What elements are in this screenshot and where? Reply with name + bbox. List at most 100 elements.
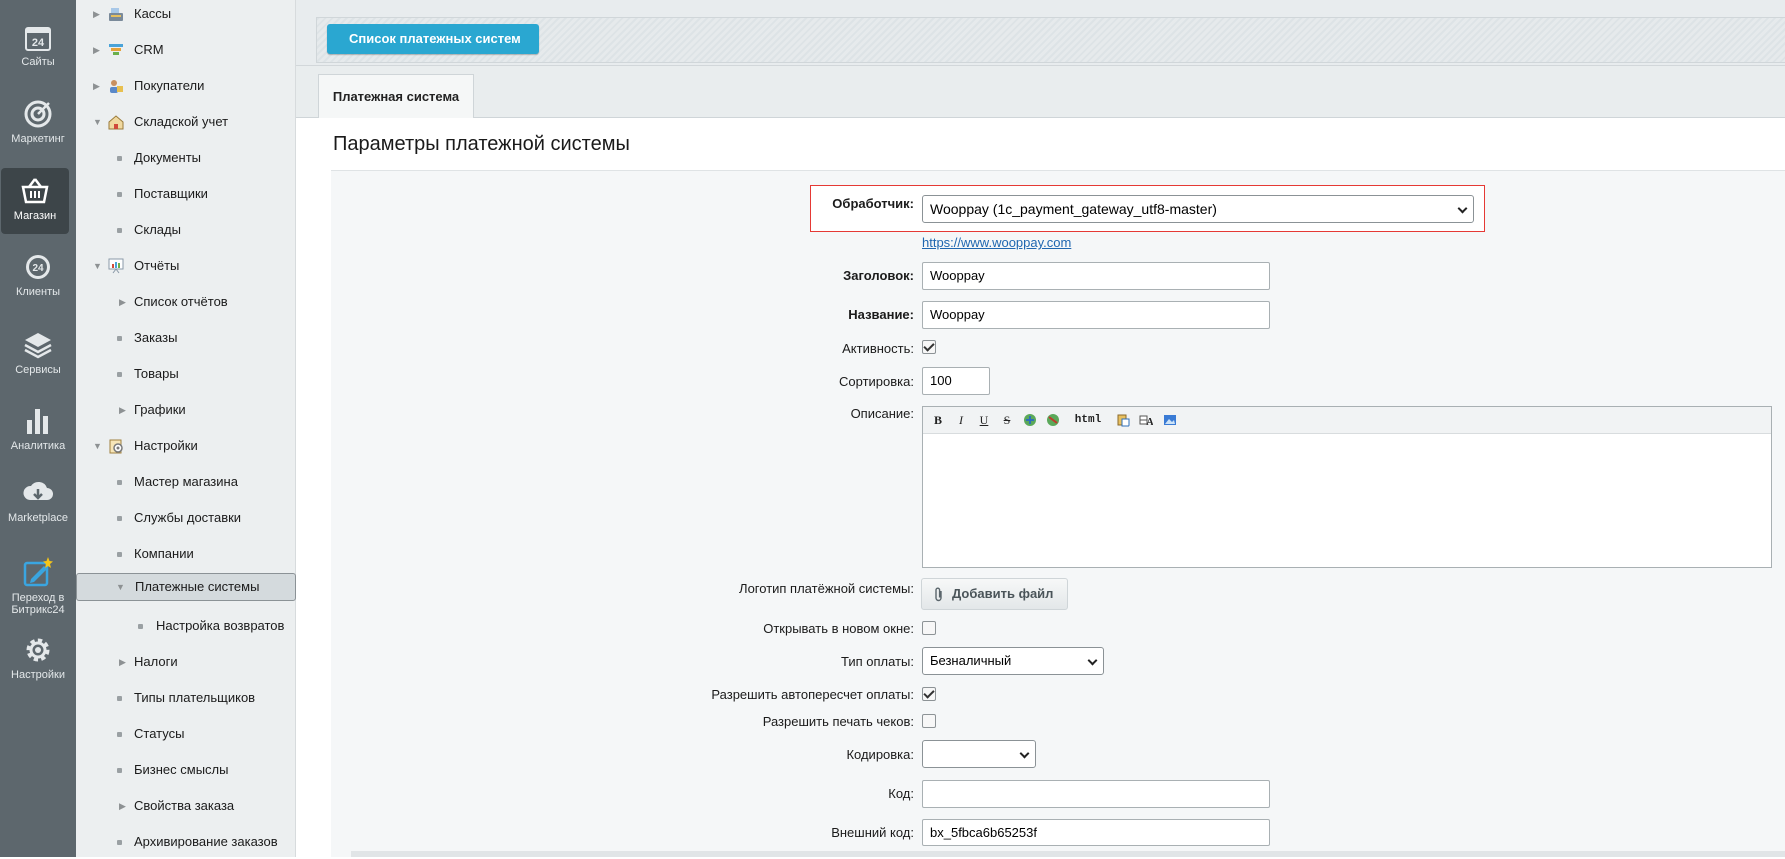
- menu-item-stores[interactable]: Склады: [76, 213, 296, 247]
- html-mode-button[interactable]: html: [1073, 412, 1103, 428]
- bullet-icon: [117, 480, 122, 485]
- left-panel-item-settings[interactable]: Настройки: [0, 635, 76, 681]
- encoding-select[interactable]: [922, 740, 1036, 768]
- italic-icon[interactable]: I: [954, 412, 968, 428]
- cloud-download-icon: [23, 481, 53, 500]
- collapse-arrow-icon[interactable]: ▼: [93, 429, 102, 463]
- menu-item-taxes[interactable]: ▶ Налоги: [76, 645, 296, 679]
- menu-item-returns[interactable]: Настройка возвратов: [76, 609, 296, 643]
- menu-item-business-meanings[interactable]: Бизнес смыслы: [76, 753, 296, 787]
- collapse-arrow-icon[interactable]: ▼: [116, 574, 125, 600]
- basket-icon: [21, 178, 49, 204]
- menu-item-kassy[interactable]: ▶ Кассы: [76, 0, 296, 31]
- left-panel-item-services[interactable]: Сервисы: [0, 330, 76, 376]
- insert-link-icon[interactable]: [1023, 413, 1037, 427]
- table-text-icon[interactable]: A: [1139, 413, 1153, 427]
- autorecalc-checkbox[interactable]: [922, 687, 936, 701]
- left-panel-label: Сайты: [21, 56, 55, 68]
- bitrix24-badge-icon: 24: [26, 255, 50, 279]
- paste-icon[interactable]: [1116, 413, 1130, 427]
- left-panel-item-sites[interactable]: 24 Сайты: [0, 24, 76, 68]
- new-window-checkbox[interactable]: [922, 621, 936, 635]
- left-panel-item-marketing[interactable]: Маркетинг: [0, 99, 76, 145]
- calendar-24-icon: 24: [25, 27, 51, 51]
- active-checkbox[interactable]: [922, 340, 936, 354]
- svg-text:24: 24: [32, 37, 45, 49]
- strikethrough-icon[interactable]: S: [1000, 412, 1014, 428]
- collapse-arrow-icon[interactable]: ▼: [93, 249, 102, 283]
- editor-toolbar: B I U S html A: [923, 407, 1771, 434]
- menu-item-warehouse[interactable]: ▼ Складской учет: [76, 105, 296, 139]
- menu-item-suppliers[interactable]: Поставщики: [76, 177, 296, 211]
- menu-item-documents[interactable]: Документы: [76, 141, 296, 175]
- menu-item-payment-systems[interactable]: ▼ Платежные системы: [76, 573, 296, 601]
- insert-image-icon[interactable]: [1163, 413, 1177, 427]
- collapse-arrow-icon[interactable]: ▼: [93, 105, 102, 139]
- pay-type-select[interactable]: Безналичный: [922, 647, 1104, 675]
- left-panel-item-analytics[interactable]: Аналитика: [0, 406, 76, 452]
- menu-item-orders[interactable]: Заказы: [76, 321, 296, 355]
- left-panel-item-marketplace[interactable]: Marketplace: [0, 478, 76, 524]
- menu-item-delivery[interactable]: Службы доставки: [76, 501, 296, 535]
- add-file-label: Добавить файл: [952, 586, 1054, 601]
- left-panel-item-shop[interactable]: Магазин: [1, 168, 69, 234]
- name-input[interactable]: Wooppay: [922, 301, 1270, 329]
- menu-item-label: Настройка возвратов: [156, 618, 285, 633]
- sort-label: Сортировка:: [839, 374, 914, 389]
- heading-input[interactable]: Wooppay: [922, 262, 1270, 290]
- expand-arrow-icon[interactable]: ▶: [119, 789, 126, 823]
- handler-select[interactable]: Wooppay (1c_payment_gateway_utf8-master): [922, 195, 1474, 223]
- code-input[interactable]: [922, 780, 1270, 808]
- menu-item-report-list[interactable]: ▶ Список отчётов: [76, 285, 296, 319]
- buyers-icon: [110, 80, 123, 93]
- left-panel-item-bitrix24[interactable]: Переход в Битрикс24: [0, 556, 76, 616]
- menu-item-companies[interactable]: Компании: [76, 537, 296, 571]
- menu-item-payer-types[interactable]: Типы плательщиков: [76, 681, 296, 715]
- bold-icon[interactable]: B: [931, 412, 945, 428]
- menu-item-label: Налоги: [134, 654, 178, 669]
- menu-item-graphs[interactable]: ▶ Графики: [76, 393, 296, 427]
- menu-item-label: Типы плательщиков: [134, 690, 256, 705]
- menu-item-label: Архивирование заказов: [134, 834, 278, 849]
- menu-item-buyers[interactable]: ▶ Покупатели: [76, 69, 296, 103]
- menu-item-label: Мастер магазина: [134, 474, 238, 489]
- left-panel-label: Marketplace: [8, 512, 68, 524]
- menu-item-label: Графики: [134, 402, 186, 417]
- sort-input[interactable]: 100: [922, 367, 990, 395]
- expand-arrow-icon[interactable]: ▶: [119, 285, 126, 319]
- expand-arrow-icon[interactable]: ▶: [119, 645, 126, 679]
- menu-item-crm[interactable]: ▶ CRM: [76, 33, 296, 67]
- menu-item-products[interactable]: Товары: [76, 357, 296, 391]
- expand-arrow-icon[interactable]: ▶: [93, 33, 100, 67]
- external-code-input[interactable]: bx_5fbca6b65253f: [922, 819, 1270, 846]
- bullet-icon: [117, 840, 122, 845]
- menu-item-statuses[interactable]: Статусы: [76, 717, 296, 751]
- bullet-icon: [117, 192, 122, 197]
- expand-arrow-icon[interactable]: ▶: [93, 69, 100, 103]
- paperclip-icon: [935, 587, 942, 602]
- tab-payment-system[interactable]: Платежная система: [318, 74, 474, 119]
- expand-arrow-icon[interactable]: ▶: [93, 0, 100, 31]
- name-label: Название:: [848, 307, 914, 322]
- menu-item-order-props[interactable]: ▶ Свойства заказа: [76, 789, 296, 823]
- underline-icon[interactable]: U: [977, 412, 991, 428]
- menu-item-archive[interactable]: Архивирование заказов: [76, 825, 296, 859]
- menu-item-shop-wizard[interactable]: Мастер магазина: [76, 465, 296, 499]
- menu-item-reports[interactable]: ▼ Отчёты: [76, 249, 296, 283]
- print-checks-checkbox[interactable]: [922, 714, 936, 728]
- payment-systems-list-button[interactable]: Список платежных систем: [327, 24, 539, 54]
- left-panel-label: Клиенты: [15, 286, 61, 298]
- handler-website-link[interactable]: https://www.wooppay.com: [922, 235, 1071, 250]
- menu-item-label: Компании: [134, 546, 194, 561]
- form-bottom-border: [351, 851, 1785, 857]
- pay-type-value: Безналичный: [930, 653, 1012, 668]
- remove-link-icon[interactable]: [1046, 413, 1060, 427]
- left-panel-label: Магазин: [13, 210, 57, 222]
- menu-item-label: Отчёты: [134, 258, 180, 273]
- add-file-button[interactable]: Добавить файл: [921, 578, 1068, 610]
- menu-item-settings[interactable]: ▼ Настройки: [76, 429, 296, 463]
- expand-arrow-icon[interactable]: ▶: [119, 393, 126, 427]
- external-code-label: Внешний код:: [831, 825, 914, 840]
- left-panel-item-clients[interactable]: 24 Клиенты: [0, 252, 76, 298]
- menu-item-label: Документы: [134, 150, 202, 165]
